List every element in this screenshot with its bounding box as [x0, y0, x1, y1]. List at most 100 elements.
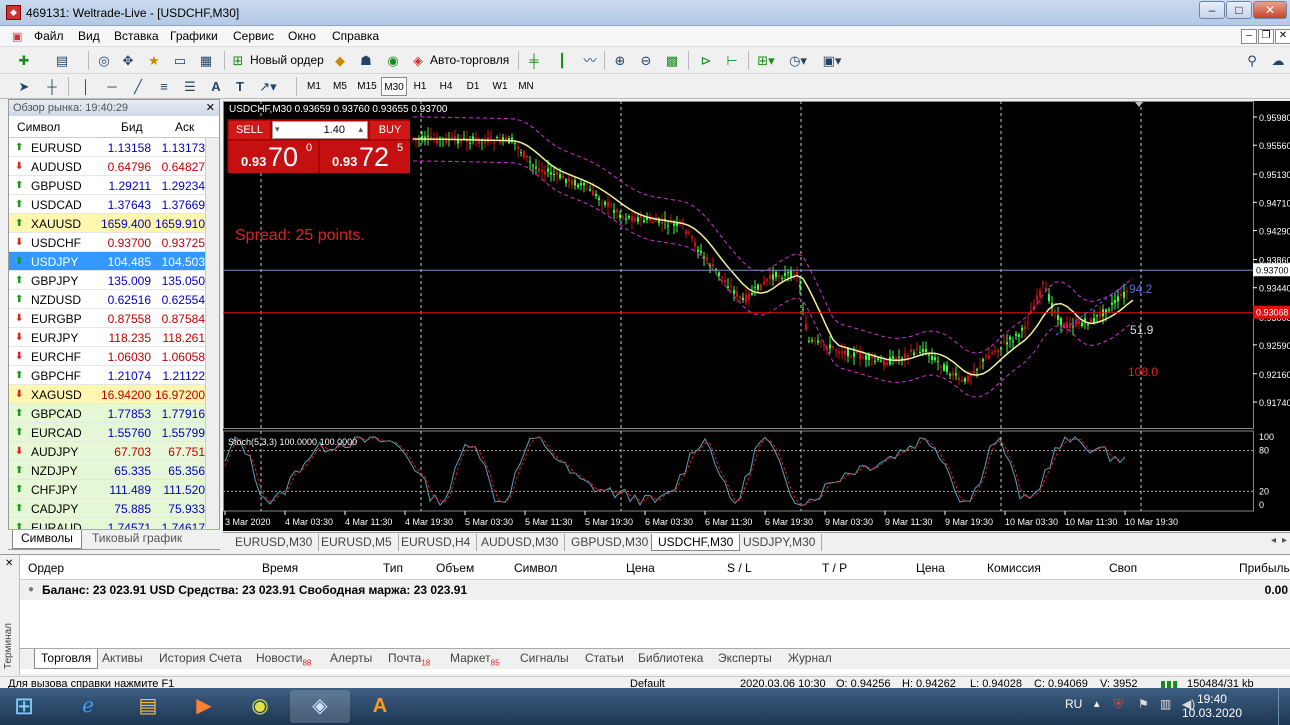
panel-close-icon[interactable]: ✕: [206, 100, 215, 116]
col-symbol[interactable]: Символ: [17, 120, 60, 134]
terminal-tab[interactable]: Эксперты: [718, 651, 772, 665]
menu-help[interactable]: Справка: [332, 29, 379, 43]
tile-windows-icon[interactable]: ▩: [662, 51, 682, 70]
tf-m15[interactable]: M15: [354, 77, 380, 96]
menu-window[interactable]: Окно: [288, 29, 316, 43]
maximize-button[interactable]: □: [1226, 1, 1252, 19]
market-watch-row[interactable]: ⬆ CHFJPY 111.489 111.520: [9, 480, 219, 499]
navigator-icon[interactable]: ★: [144, 51, 164, 70]
col-price[interactable]: Цена: [626, 561, 655, 575]
tab-scroll-right-icon[interactable]: ▸: [1282, 535, 1287, 546]
market-watch-row[interactable]: ⬆ USDJPY 104.485 104.503: [9, 252, 219, 271]
autoscroll-icon[interactable]: ⊳: [696, 51, 716, 70]
autotrading-icon[interactable]: ◈: [408, 51, 428, 70]
profiles-icon[interactable]: ▤: [52, 51, 72, 70]
chat-bubble-icon[interactable]: ☁: [1268, 51, 1288, 70]
templates-icon[interactable]: ▣▾: [822, 51, 842, 70]
volume-increase-icon[interactable]: ▴: [358, 124, 363, 135]
chart-tab-usdjpy-m30[interactable]: USDJPY,M30: [737, 534, 823, 551]
fibo-icon[interactable]: ☰: [180, 77, 200, 96]
bar-chart-icon[interactable]: ╪: [524, 51, 544, 70]
zoom-in-icon[interactable]: ⊕: [610, 51, 630, 70]
tester-icon[interactable]: ▦: [196, 51, 216, 70]
periods-icon[interactable]: ◷▾: [788, 51, 808, 70]
explorer-icon[interactable]: ▤: [118, 690, 178, 723]
market-watch-row[interactable]: ⬇ AUDUSD 0.64796 0.64827: [9, 157, 219, 176]
market-watch-row[interactable]: ⬇ EURGBP 0.87558 0.87584: [9, 309, 219, 328]
market-watch-row[interactable]: ⬆ GBPCAD 1.77853 1.77916: [9, 404, 219, 423]
menu-view[interactable]: Вид: [78, 29, 100, 43]
terminal-tab[interactable]: Почта18: [388, 651, 430, 667]
search-icon[interactable]: ⚲: [1242, 51, 1262, 70]
market-watch-row[interactable]: ⬆ CADJPY 75.885 75.933: [9, 499, 219, 518]
tf-h4[interactable]: H4: [435, 77, 457, 96]
buy-price[interactable]: 0.93 72 5: [320, 141, 410, 173]
close-button[interactable]: ✕: [1253, 1, 1287, 19]
mdi-restore-icon[interactable]: ❐: [1258, 29, 1274, 44]
chart-tab-usdchf-m30[interactable]: USDCHF,M30: [651, 534, 741, 551]
terminal-tab[interactable]: Сигналы: [520, 651, 569, 665]
market-watch-row[interactable]: ⬆ EURCAD 1.55760 1.55799: [9, 423, 219, 442]
chart-window[interactable]: 0.95980 0.95560 0.95130 0.94710 0.94290 0.938…: [223, 101, 1290, 531]
app-a-icon[interactable]: A: [350, 690, 410, 723]
col-sl[interactable]: S / L: [727, 561, 752, 575]
col-swap[interactable]: Своп: [1109, 561, 1137, 575]
text-icon[interactable]: A: [206, 77, 226, 96]
terminal-icon[interactable]: ▭: [170, 51, 190, 70]
market-watch-row[interactable]: ⬆ EURUSD 1.13158 1.13173: [9, 138, 219, 157]
metatrader-taskbar-icon[interactable]: ◈: [290, 690, 350, 723]
vertical-line-icon[interactable]: │: [76, 77, 96, 96]
col-type[interactable]: Тип: [383, 561, 403, 575]
terminal-close-icon[interactable]: ✕: [5, 558, 13, 569]
col-tp[interactable]: T / P: [822, 561, 847, 575]
new-order-button[interactable]: Новый ордер: [250, 53, 324, 67]
clock[interactable]: 19:40 10.03.2020: [1182, 692, 1242, 720]
market-watch-row[interactable]: ⬆ GBPCHF 1.21074 1.21122: [9, 366, 219, 385]
tf-m1[interactable]: M1: [302, 77, 326, 96]
auto-trading-button[interactable]: Авто-торговля: [430, 53, 509, 67]
col-profit[interactable]: Прибыль: [1239, 561, 1290, 575]
zoom-out-icon[interactable]: ⊖: [636, 51, 656, 70]
line-chart-icon[interactable]: 〰: [580, 51, 600, 70]
terminal-tab[interactable]: История Счета: [159, 651, 242, 665]
market-watch-scrollbar[interactable]: [205, 138, 219, 528]
new-chart-icon[interactable]: ✚: [14, 51, 34, 70]
col-bid[interactable]: Бид: [121, 120, 143, 134]
chart-shift-icon[interactable]: ⊢: [722, 51, 742, 70]
menu-charts[interactable]: Графики: [170, 29, 218, 43]
buy-button[interactable]: BUY: [370, 121, 410, 139]
indicators-icon[interactable]: ⊞▾: [756, 51, 776, 70]
market-watch-row[interactable]: ⬆ USDCAD 1.37643 1.37669: [9, 195, 219, 214]
tf-w1[interactable]: W1: [489, 77, 511, 96]
market-watch-row[interactable]: ⬆ XAUUSD 1659.400 1659.910: [9, 214, 219, 233]
candles-icon[interactable]: ┃: [552, 51, 572, 70]
tray-arrow-icon[interactable]: ▴: [1094, 697, 1100, 710]
terminal-tab[interactable]: Журнал: [788, 651, 832, 665]
trendline-icon[interactable]: ╱: [128, 77, 148, 96]
sell-button[interactable]: SELL: [229, 121, 270, 139]
chart-tab-eurusd-h4[interactable]: EURUSD,H4: [395, 534, 478, 551]
tray-network-icon[interactable]: ▥: [1160, 697, 1171, 711]
tab-scroll-left-icon[interactable]: ◂: [1271, 535, 1276, 546]
col-ask[interactable]: Аск: [175, 120, 194, 134]
chart-tab-eurusd-m5[interactable]: EURUSD,M5: [315, 534, 399, 551]
balance-row[interactable]: ● Баланс: 23 023.91 USD Средства: 23 023…: [20, 580, 1290, 600]
tab-symbols[interactable]: Символы: [12, 530, 82, 549]
data-window-icon[interactable]: ✥: [118, 51, 138, 70]
minimize-button[interactable]: –: [1199, 1, 1225, 19]
tray-shield-icon[interactable]: ⛨: [1114, 697, 1123, 712]
mdi-minimize-icon[interactable]: –: [1241, 29, 1257, 44]
col-price-current[interactable]: Цена: [916, 561, 945, 575]
signals-icon[interactable]: ◉: [383, 51, 403, 70]
market-watch-row[interactable]: ⬆ NZDUSD 0.62516 0.62554: [9, 290, 219, 309]
market-watch-row[interactable]: ⬇ XAGUSD 16.94200 16.97200: [9, 385, 219, 404]
tab-tick-chart[interactable]: Тиковый график: [92, 531, 182, 545]
chart-tab-eurusd-m30[interactable]: EURUSD,M30: [229, 534, 320, 551]
market-watch-row[interactable]: ⬇ EURJPY 118.235 118.261: [9, 328, 219, 347]
market-watch-row[interactable]: ⬆ NZDJPY 65.335 65.356: [9, 461, 219, 480]
media-player-icon[interactable]: ▶: [174, 690, 234, 723]
menu-insert[interactable]: Вставка: [114, 29, 159, 43]
tf-h1[interactable]: H1: [409, 77, 431, 96]
terminal-tab[interactable]: Алерты: [330, 651, 372, 665]
new-order-icon[interactable]: ⊞: [228, 51, 248, 70]
